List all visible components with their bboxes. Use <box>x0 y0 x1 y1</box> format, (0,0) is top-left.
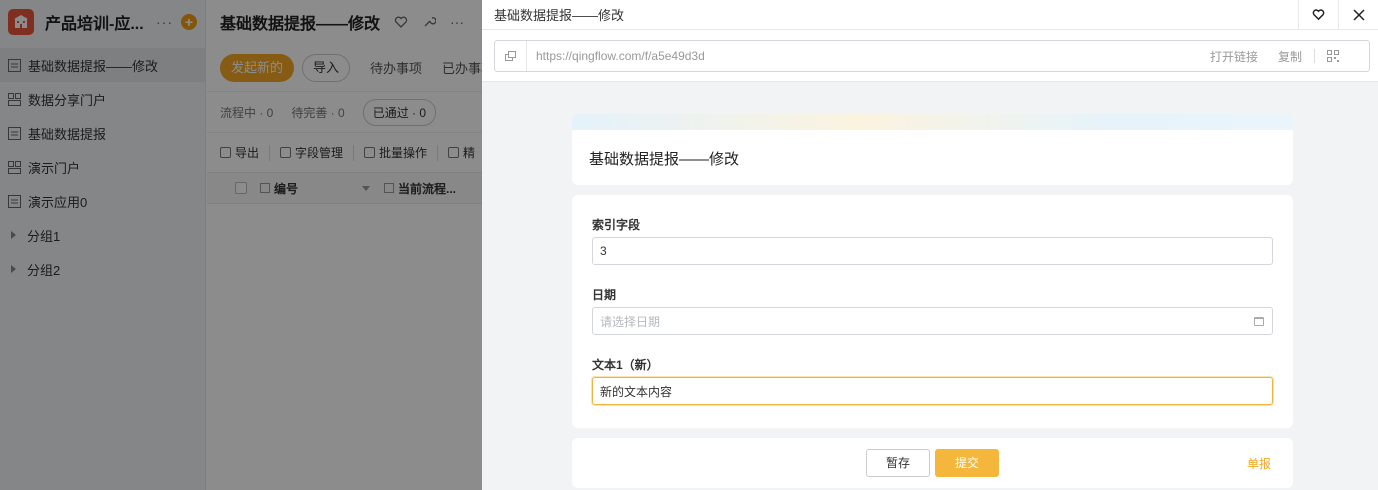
close-icon <box>1352 8 1365 21</box>
save-draft-button[interactable]: 暂存 <box>866 449 930 477</box>
title-gradient <box>572 114 1293 130</box>
submit-button[interactable]: 提交 <box>935 449 999 477</box>
form-drawer: 基础数据提报——修改 https://qingflow.com/f/a5e49d… <box>482 0 1378 490</box>
share-link-bar: https://qingflow.com/f/a5e49d3d 打开链接 复制 <box>482 30 1378 82</box>
share-link-field: https://qingflow.com/f/a5e49d3d 打开链接 复制 <box>494 40 1370 72</box>
form-title-card: 基础数据提报——修改 <box>572 114 1293 185</box>
favorite-button[interactable] <box>1298 0 1338 30</box>
share-url[interactable]: https://qingflow.com/f/a5e49d3d <box>527 49 1210 63</box>
index-field[interactable]: 3 <box>592 237 1273 265</box>
date-placeholder: 请选择日期 <box>600 314 661 329</box>
date-field[interactable]: 请选择日期 <box>592 307 1273 335</box>
modal-overlay[interactable] <box>0 0 482 490</box>
drawer-title: 基础数据提报——修改 <box>494 8 625 23</box>
close-button[interactable] <box>1338 0 1378 30</box>
qrcode-icon[interactable] <box>1327 50 1339 62</box>
field-label-text1: 文本1（新） <box>592 358 659 372</box>
calendar-icon[interactable] <box>1254 317 1264 326</box>
single-report-link[interactable]: 单报 <box>1247 455 1271 472</box>
form-actions: 暂存 提交 单报 <box>572 438 1293 488</box>
open-link-button[interactable]: 打开链接 <box>1210 48 1258 65</box>
form-title: 基础数据提报——修改 <box>589 151 740 168</box>
form-fields-card: 索引字段 3 日期 请选择日期 文本1（新） 新的文本内容 <box>572 195 1293 428</box>
field-label-index: 索引字段 <box>592 218 641 232</box>
heart-icon <box>1312 9 1325 21</box>
text1-field[interactable]: 新的文本内容 <box>592 377 1273 405</box>
drawer-header: 基础数据提报——修改 <box>482 0 1378 30</box>
copy-button[interactable]: 复制 <box>1278 48 1302 65</box>
divider <box>1314 49 1315 63</box>
link-icon <box>495 41 527 71</box>
field-label-date: 日期 <box>592 288 617 302</box>
